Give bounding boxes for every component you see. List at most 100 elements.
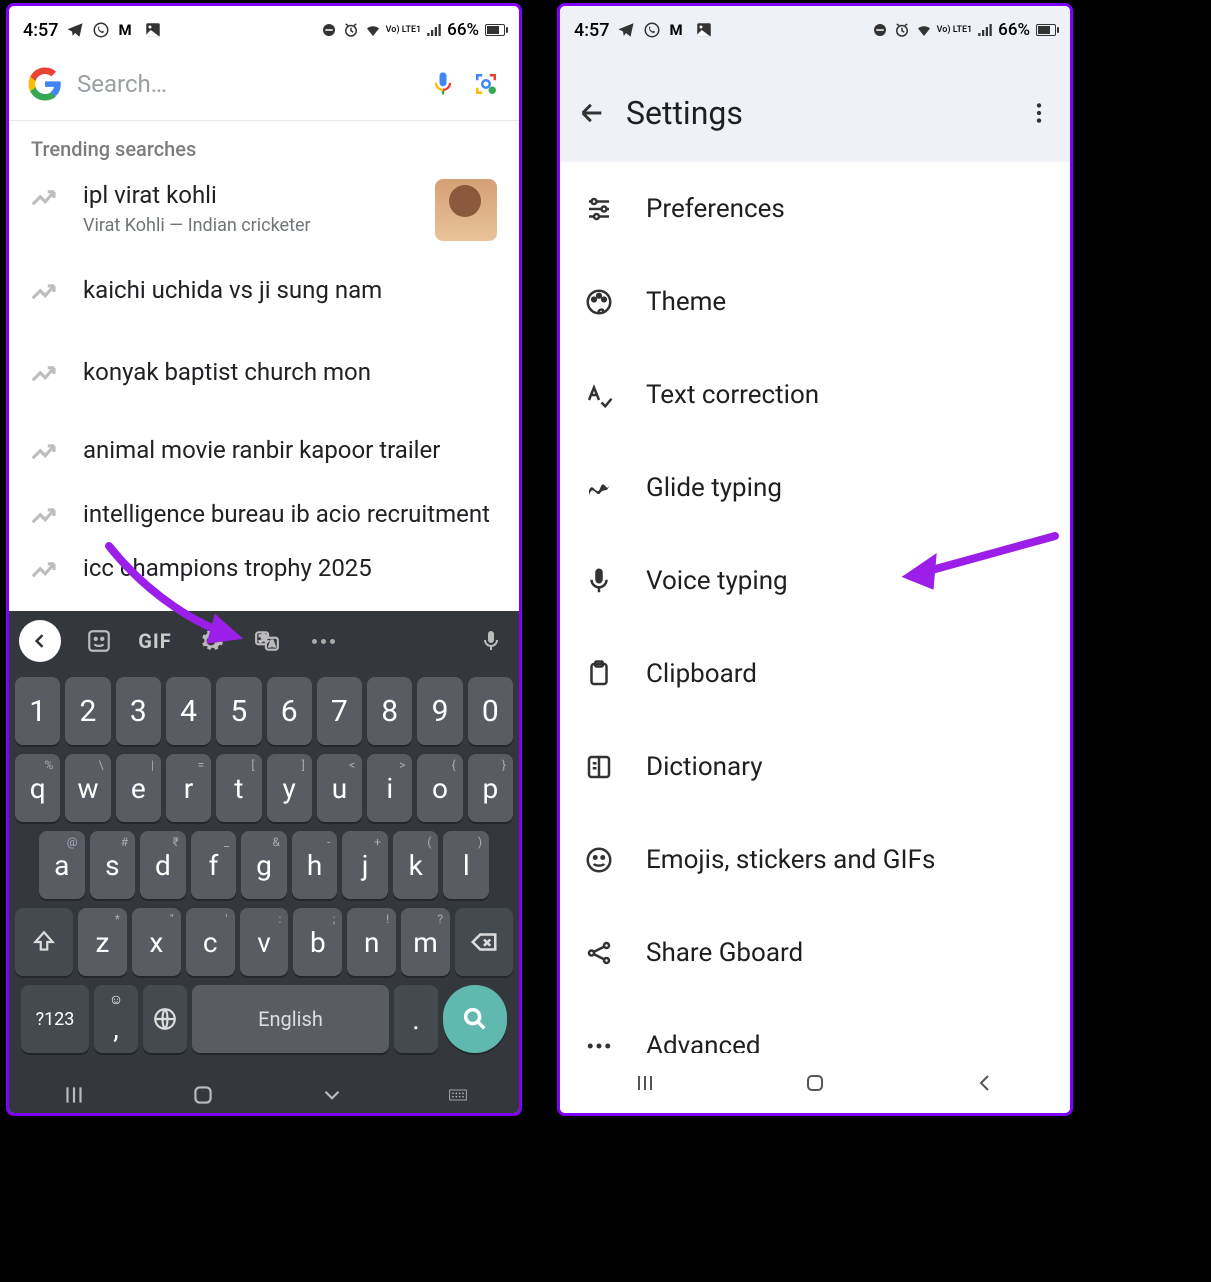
search-bar[interactable]: Search…: [9, 54, 519, 121]
home-nav-icon[interactable]: [190, 1082, 216, 1108]
key-0[interactable]: 0: [468, 677, 513, 745]
telegram-icon: [617, 21, 635, 39]
search-key[interactable]: [443, 985, 507, 1053]
key-p[interactable]: p}: [468, 754, 513, 822]
spacebar[interactable]: English: [192, 985, 389, 1053]
mic-icon[interactable]: [473, 623, 509, 659]
settings-item-preferences[interactable]: Preferences: [560, 162, 1070, 255]
key-v[interactable]: v:: [240, 908, 289, 976]
key-d[interactable]: d₹: [140, 831, 186, 899]
trending-item[interactable]: animal movie ranbir kapoor trailer: [9, 413, 519, 487]
key-m[interactable]: m?: [401, 908, 450, 976]
gmail-icon: M: [118, 21, 136, 39]
trending-item[interactable]: konyak baptist church mon: [9, 331, 519, 413]
key-g[interactable]: g&: [241, 831, 287, 899]
trending-item[interactable]: intelligence bureau ib acio recruitment: [9, 487, 519, 541]
backspace-key[interactable]: [455, 908, 513, 976]
key-8[interactable]: 8: [367, 677, 412, 745]
key-3[interactable]: 3: [116, 677, 161, 745]
key-9[interactable]: 9: [417, 677, 462, 745]
trending-icon: [29, 501, 59, 531]
gif-button[interactable]: GIF: [137, 623, 173, 659]
settings-item-emojis-stickers-and-gifs[interactable]: Emojis, stickers and GIFs: [560, 813, 1070, 906]
google-lens-icon[interactable]: [471, 69, 501, 99]
key-e[interactable]: e|: [116, 754, 161, 822]
key-y[interactable]: y]: [267, 754, 312, 822]
trending-item[interactable]: icc champions trophy 2025: [9, 541, 519, 595]
key-i[interactable]: i>: [367, 754, 412, 822]
voice-search-icon[interactable]: [429, 70, 457, 98]
preferences-icon: [584, 194, 614, 224]
clipboard-icon: [584, 659, 614, 689]
settings-item-clipboard[interactable]: Clipboard: [560, 627, 1070, 720]
comma-key[interactable]: ☺,: [94, 985, 138, 1053]
key-1[interactable]: 1: [15, 677, 60, 745]
trending-item[interactable]: ipl virat kohli Virat Kohli — Indian cri…: [9, 171, 519, 249]
key-u[interactable]: u<: [317, 754, 362, 822]
key-b[interactable]: b;: [293, 908, 342, 976]
alarm-icon: [342, 21, 360, 39]
settings-item-label: Emojis, stickers and GIFs: [646, 845, 935, 875]
telegram-icon: [66, 21, 84, 39]
trending-icon: [29, 183, 59, 213]
key-4[interactable]: 4: [166, 677, 211, 745]
home-nav-icon[interactable]: [803, 1071, 827, 1095]
symbols-key[interactable]: ?123: [21, 985, 89, 1053]
search-input[interactable]: Search…: [77, 70, 415, 98]
trending-icon: [29, 359, 59, 389]
recents-nav-icon[interactable]: [633, 1071, 657, 1095]
key-w[interactable]: w\: [65, 754, 110, 822]
trending-subtitle: Virat Kohli — Indian cricketer: [83, 215, 411, 236]
recents-nav-icon[interactable]: [61, 1082, 87, 1108]
settings-item-text-correction[interactable]: Text correction: [560, 348, 1070, 441]
key-h[interactable]: h-: [292, 831, 338, 899]
key-a[interactable]: a@: [39, 831, 85, 899]
key-6[interactable]: 6: [267, 677, 312, 745]
trending-icon: [29, 437, 59, 467]
settings-item-label: Dictionary: [646, 752, 763, 782]
wifi-icon: [364, 21, 382, 39]
key-s[interactable]: s#: [90, 831, 136, 899]
settings-item-theme[interactable]: Theme: [560, 255, 1070, 348]
whatsapp-icon: [92, 21, 110, 39]
period-key[interactable]: .: [394, 985, 438, 1053]
back-nav-icon[interactable]: [319, 1082, 345, 1108]
key-z[interactable]: z*: [78, 908, 127, 976]
svg-text:A: A: [269, 639, 275, 649]
settings-item-voice-typing[interactable]: Voice typing: [560, 534, 1070, 627]
keyboard-collapse-button[interactable]: [19, 620, 61, 662]
sticker-icon[interactable]: [81, 623, 117, 659]
key-j[interactable]: j+: [342, 831, 388, 899]
key-7[interactable]: 7: [317, 677, 362, 745]
trending-icon: [29, 277, 59, 307]
settings-item-dictionary[interactable]: Dictionary: [560, 720, 1070, 813]
settings-item-share-gboard[interactable]: Share Gboard: [560, 906, 1070, 999]
keyboard-switch-icon[interactable]: [448, 1082, 468, 1108]
key-k[interactable]: k(: [393, 831, 439, 899]
key-x[interactable]: x": [132, 908, 181, 976]
trending-item[interactable]: kaichi uchida vs ji sung nam: [9, 249, 519, 331]
gear-icon[interactable]: [193, 623, 229, 659]
key-l[interactable]: l): [443, 831, 489, 899]
key-o[interactable]: o{: [417, 754, 462, 822]
key-2[interactable]: 2: [65, 677, 110, 745]
key-c[interactable]: c': [186, 908, 235, 976]
settings-item-glide-typing[interactable]: Glide typing: [560, 441, 1070, 534]
svg-text:文: 文: [258, 632, 268, 644]
translate-icon[interactable]: 文A: [249, 623, 285, 659]
back-icon[interactable]: [578, 99, 606, 127]
back-nav-icon[interactable]: [973, 1071, 997, 1095]
key-n[interactable]: n!: [347, 908, 396, 976]
language-key[interactable]: [143, 985, 187, 1053]
share-icon: [584, 938, 614, 968]
battery-percent: 66%: [447, 20, 479, 40]
trending-title: intelligence bureau ib acio recruitment: [83, 498, 490, 530]
shift-key[interactable]: [15, 908, 73, 976]
key-r[interactable]: r=: [166, 754, 211, 822]
key-q[interactable]: q%: [15, 754, 60, 822]
more-vert-icon[interactable]: [1026, 100, 1052, 126]
more-icon[interactable]: [305, 623, 341, 659]
key-5[interactable]: 5: [216, 677, 261, 745]
key-f[interactable]: f_: [191, 831, 237, 899]
key-t[interactable]: t[: [216, 754, 261, 822]
